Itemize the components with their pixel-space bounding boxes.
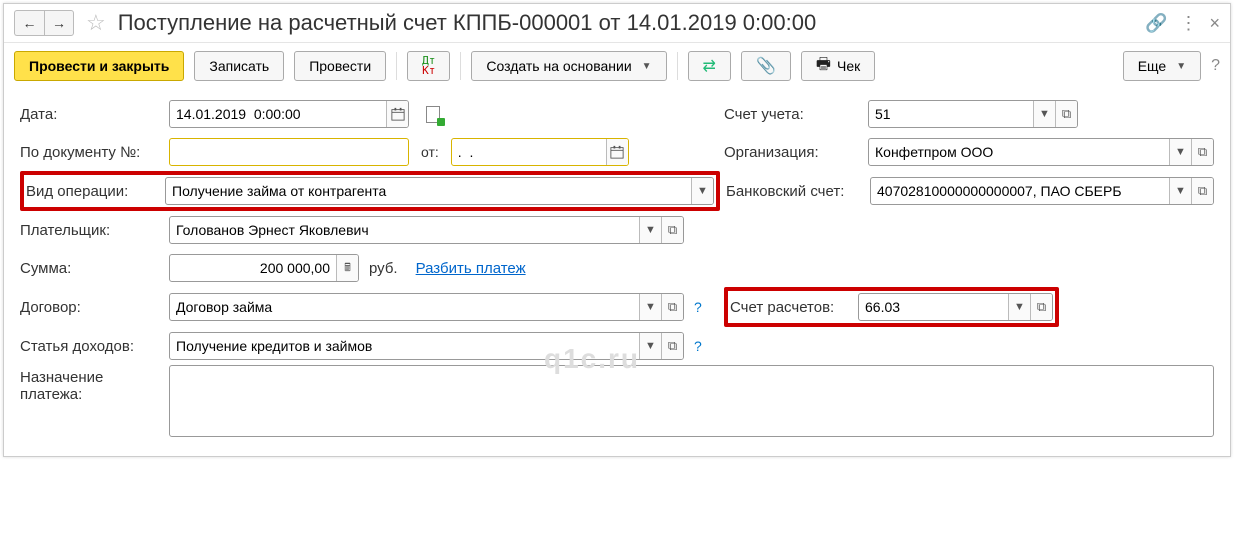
sum-input[interactable]	[170, 255, 336, 281]
open-button[interactable]	[1055, 101, 1077, 127]
calculator-icon[interactable]: 🖩	[336, 255, 358, 281]
settlement-acc-label: Счет расчетов:	[730, 299, 858, 316]
open-button[interactable]	[661, 333, 683, 359]
dropdown-button[interactable]: ▼	[1169, 139, 1191, 165]
dropdown-button[interactable]: ▼	[1033, 101, 1055, 127]
account-field[interactable]: ▼	[868, 100, 1078, 128]
income-item-input[interactable]	[170, 333, 639, 359]
payer-input[interactable]	[170, 217, 639, 243]
settlement-acc-input[interactable]	[859, 294, 1008, 320]
account-label: Счет учета:	[724, 106, 864, 123]
open-button[interactable]	[1191, 139, 1213, 165]
toolbar-separator	[677, 52, 678, 80]
org-input[interactable]	[869, 139, 1169, 165]
dropdown-button[interactable]: ▼	[1008, 294, 1030, 320]
org-label: Организация:	[724, 144, 864, 161]
bank-acc-input[interactable]	[871, 178, 1169, 204]
purpose-textarea[interactable]	[169, 365, 1214, 437]
split-payment-link[interactable]: Разбить платеж	[416, 260, 526, 277]
toolbar-separator	[396, 52, 397, 80]
link-icon[interactable]: 🔗	[1145, 13, 1167, 34]
payer-field[interactable]: ▼	[169, 216, 684, 244]
dropdown-button[interactable]: ▼	[639, 294, 661, 320]
op-type-field[interactable]: ▼	[165, 177, 714, 205]
purpose-label: Назначение платежа:	[20, 365, 165, 403]
contract-input[interactable]	[170, 294, 639, 320]
more-label: Еще	[1138, 58, 1167, 74]
doc-number-input[interactable]	[170, 139, 408, 165]
favorite-star-icon[interactable]: ☆	[86, 10, 106, 36]
more-button[interactable]: Еще ▼	[1123, 51, 1201, 81]
dropdown-button[interactable]: ▼	[639, 333, 661, 359]
calendar-icon[interactable]	[386, 101, 408, 127]
op-type-label: Вид операции:	[26, 183, 165, 200]
by-doc-label: По документу №:	[20, 144, 165, 161]
payer-label: Плательщик:	[20, 222, 165, 239]
date-input[interactable]	[170, 101, 386, 127]
nav-forward-button[interactable]: →	[44, 10, 74, 36]
check-label: Чек	[837, 58, 860, 74]
open-button[interactable]	[1030, 294, 1052, 320]
window-title: Поступление на расчетный счет КППБ-00000…	[118, 10, 1139, 36]
attach-button[interactable]: 📎	[741, 51, 791, 81]
date-label: Дата:	[20, 106, 165, 123]
doc-from-input[interactable]	[452, 139, 606, 165]
paperclip-icon: 📎	[756, 56, 776, 76]
open-button[interactable]	[661, 217, 683, 243]
close-button[interactable]: ×	[1209, 13, 1220, 34]
sum-label: Сумма:	[20, 260, 165, 277]
op-type-input[interactable]	[166, 178, 691, 204]
check-button[interactable]: 🖶 Чек	[801, 51, 875, 81]
calendar-icon[interactable]	[606, 139, 628, 165]
dropdown-button[interactable]: ▼	[691, 178, 713, 204]
settlement-acc-field[interactable]: ▼	[858, 293, 1053, 321]
dropdown-button[interactable]: ▼	[639, 217, 661, 243]
help-icon[interactable]: ?	[1211, 57, 1220, 75]
currency-label: руб.	[369, 260, 398, 277]
chevron-down-icon: ▼	[1176, 61, 1186, 72]
document-status-icon[interactable]	[423, 104, 443, 124]
post-and-close-button[interactable]: Провести и закрыть	[14, 51, 184, 81]
date-field[interactable]	[169, 100, 409, 128]
chevron-down-icon: ▼	[642, 61, 652, 72]
create-based-label: Создать на основании	[486, 58, 631, 74]
structure-button[interactable]: ⇄	[688, 51, 731, 81]
dtkt-icon: ДтКт	[422, 56, 435, 76]
contract-label: Договор:	[20, 299, 165, 316]
doc-from-field[interactable]	[451, 138, 629, 166]
income-item-field[interactable]: ▼	[169, 332, 684, 360]
help-hint-icon[interactable]: ?	[694, 299, 702, 315]
bank-acc-field[interactable]: ▼	[870, 177, 1214, 205]
open-button[interactable]	[661, 294, 683, 320]
settlement-acc-highlight: Счет расчетов: ▼	[724, 287, 1059, 327]
sum-field[interactable]: 🖩	[169, 254, 359, 282]
create-based-on-button[interactable]: Создать на основании ▼	[471, 51, 666, 81]
income-item-label: Статья доходов:	[20, 338, 165, 355]
bank-acc-label: Банковский счет:	[726, 183, 866, 200]
doc-number-field[interactable]	[169, 138, 409, 166]
open-button[interactable]	[1191, 178, 1213, 204]
dropdown-button[interactable]: ▼	[1169, 178, 1191, 204]
toolbar-separator	[460, 52, 461, 80]
account-input[interactable]	[869, 101, 1033, 127]
org-field[interactable]: ▼	[868, 138, 1214, 166]
printer-icon: 🖶	[816, 53, 831, 80]
post-button[interactable]: Провести	[294, 51, 386, 81]
nav-back-button[interactable]: ←	[14, 10, 44, 36]
op-type-highlight: Вид операции: ▼	[20, 171, 720, 211]
tree-icon: ⇄	[703, 56, 716, 76]
kebab-menu-icon[interactable]: ⋮	[1179, 13, 1197, 34]
write-button[interactable]: Записать	[194, 51, 284, 81]
from-label: от:	[421, 144, 439, 160]
contract-field[interactable]: ▼	[169, 293, 684, 321]
dtkt-button[interactable]: ДтКт	[407, 51, 450, 81]
help-hint-icon[interactable]: ?	[694, 338, 702, 354]
